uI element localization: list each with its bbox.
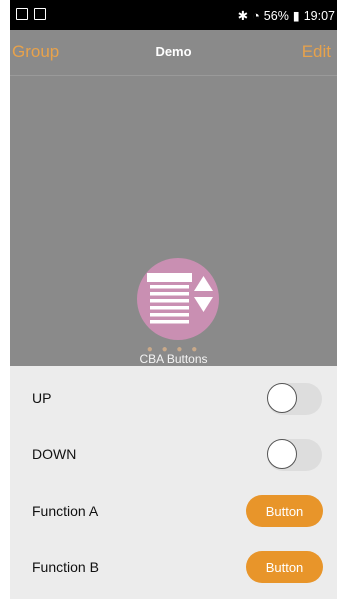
- status-left-icons: [16, 8, 46, 20]
- wifi-signal-icon: ◔: [252, 8, 260, 23]
- control-row-down: DOWN: [10, 426, 337, 482]
- status-bar: ✱ ◔ 56% ▮ 19:07: [10, 0, 337, 30]
- toggle-knob: [267, 383, 297, 413]
- app-screen: ✱ ◔ 56% ▮ 19:07 Group Demo Edit ● ● ● ● …: [10, 0, 337, 599]
- blinds-updown-icon[interactable]: [137, 258, 219, 340]
- control-label: Function B: [32, 559, 99, 575]
- function-a-button[interactable]: Button: [246, 495, 323, 527]
- battery-icon: ▮: [292, 9, 300, 23]
- clipboard-notification-icon: [34, 8, 46, 20]
- edit-button[interactable]: Edit: [302, 42, 331, 62]
- control-row-function-b: Function B Button: [10, 539, 337, 595]
- function-b-button[interactable]: Button: [246, 551, 323, 583]
- device-area: ● ● ● ● CBA Buttons: [10, 76, 337, 366]
- toggle-knob: [267, 439, 297, 469]
- image-notification-icon: [16, 8, 28, 20]
- battery-percent: 56%: [263, 8, 289, 23]
- control-row-function-a: Function A Button: [10, 483, 337, 539]
- controls-panel: UP DOWN Function A Button Function B But…: [10, 366, 337, 599]
- device-label: CBA Buttons: [139, 352, 208, 366]
- page-title: Demo: [155, 44, 192, 59]
- control-label: Function A: [32, 503, 99, 519]
- up-toggle[interactable]: [267, 383, 322, 415]
- control-row-up: UP: [10, 370, 337, 426]
- status-right: ✱ ◔ 56% ▮ 19:07: [237, 8, 335, 24]
- nav-bar: Group Demo Edit: [10, 30, 337, 76]
- bluetooth-icon: ✱: [237, 9, 249, 23]
- clock: 19:07: [303, 8, 335, 23]
- control-label: DOWN: [32, 446, 77, 462]
- down-toggle[interactable]: [267, 439, 322, 471]
- control-label: UP: [32, 390, 52, 406]
